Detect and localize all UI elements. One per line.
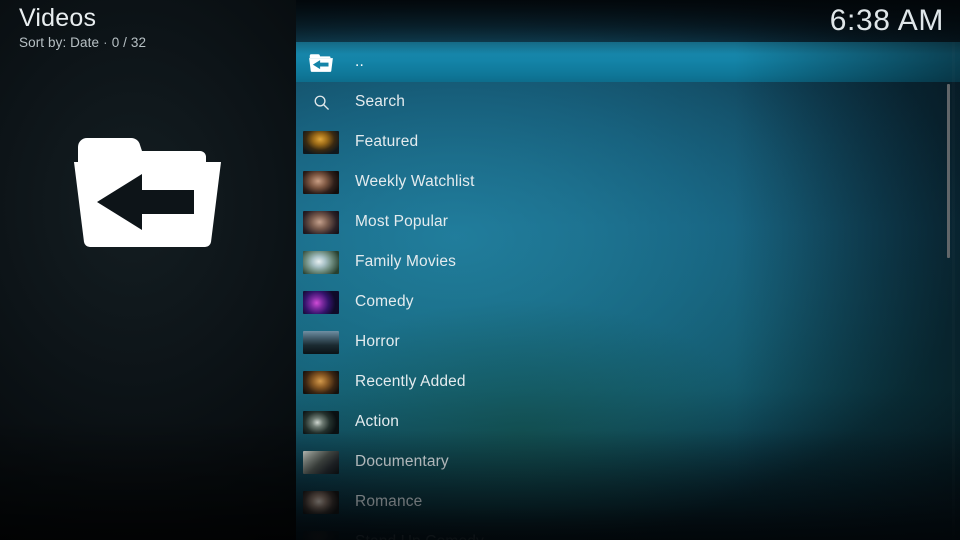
list-item[interactable]: Romance xyxy=(296,482,960,522)
header-block: Videos Sort by: Date · 0 / 32 xyxy=(19,3,146,51)
list-item-thumbnail xyxy=(303,250,339,274)
sort-by-label: Sort by: Date xyxy=(19,35,100,50)
list-item-label: Romance xyxy=(355,493,423,510)
clock: 6:38 AM xyxy=(829,4,944,37)
sort-status-line: Sort by: Date · 0 / 32 xyxy=(19,34,146,51)
list-item-thumbnail xyxy=(303,530,339,540)
list-item-label: Family Movies xyxy=(355,253,456,270)
list-item-label: Stand Up Comedy xyxy=(355,533,484,540)
list-item-thumbnail xyxy=(303,130,339,154)
left-info-panel: Videos Sort by: Date · 0 / 32 xyxy=(0,0,296,540)
list-item-thumbnail xyxy=(303,210,339,234)
list-item[interactable]: Most Popular xyxy=(296,202,960,242)
media-list-panel: .. Search Featured Weekly Watchlist Most Pop… xyxy=(296,0,960,540)
list-item-thumbnail xyxy=(303,490,339,514)
list-item-label: Featured xyxy=(355,133,419,150)
list-item[interactable]: Recently Added xyxy=(296,362,960,402)
folder-back-icon xyxy=(303,49,339,75)
list-item-thumbnail xyxy=(303,170,339,194)
list-item-label: Horror xyxy=(355,333,400,350)
folder-back-icon xyxy=(70,124,225,254)
list-item[interactable]: Featured xyxy=(296,122,960,162)
item-count: 0 / 32 xyxy=(111,35,147,50)
search-icon xyxy=(303,89,339,115)
list-item-label: Comedy xyxy=(355,293,414,310)
media-list[interactable]: .. Search Featured Weekly Watchlist Most Pop… xyxy=(296,42,960,540)
list-item-thumbnail xyxy=(303,410,339,434)
list-item-label: Recently Added xyxy=(355,373,466,390)
list-item-thumbnail xyxy=(303,370,339,394)
scrollbar-track[interactable] xyxy=(947,42,955,540)
list-item[interactable]: Action xyxy=(296,402,960,442)
page-title: Videos xyxy=(19,4,97,32)
list-item-label: Search xyxy=(355,93,406,110)
scrollbar-thumb[interactable] xyxy=(947,84,950,258)
kodi-videos-screen: Videos Sort by: Date · 0 / 32 .. Search Feat… xyxy=(0,0,960,540)
list-item-label: .. xyxy=(355,53,364,70)
list-item-thumbnail xyxy=(303,290,339,314)
list-item[interactable]: Stand Up Comedy xyxy=(296,522,960,540)
list-item[interactable]: Weekly Watchlist xyxy=(296,162,960,202)
separator-dot: · xyxy=(103,35,108,50)
list-item-label: Weekly Watchlist xyxy=(355,173,475,190)
list-item[interactable]: Search xyxy=(296,82,960,122)
list-item-thumbnail xyxy=(303,330,339,354)
list-item-label: Action xyxy=(355,413,399,430)
list-item[interactable]: Horror xyxy=(296,322,960,362)
list-item[interactable]: Comedy xyxy=(296,282,960,322)
list-item[interactable]: Family Movies xyxy=(296,242,960,282)
list-item[interactable]: Documentary xyxy=(296,442,960,482)
list-item-label: Most Popular xyxy=(355,213,449,230)
list-item[interactable]: .. xyxy=(296,42,960,82)
list-item-thumbnail xyxy=(303,450,339,474)
list-item-label: Documentary xyxy=(355,453,449,470)
